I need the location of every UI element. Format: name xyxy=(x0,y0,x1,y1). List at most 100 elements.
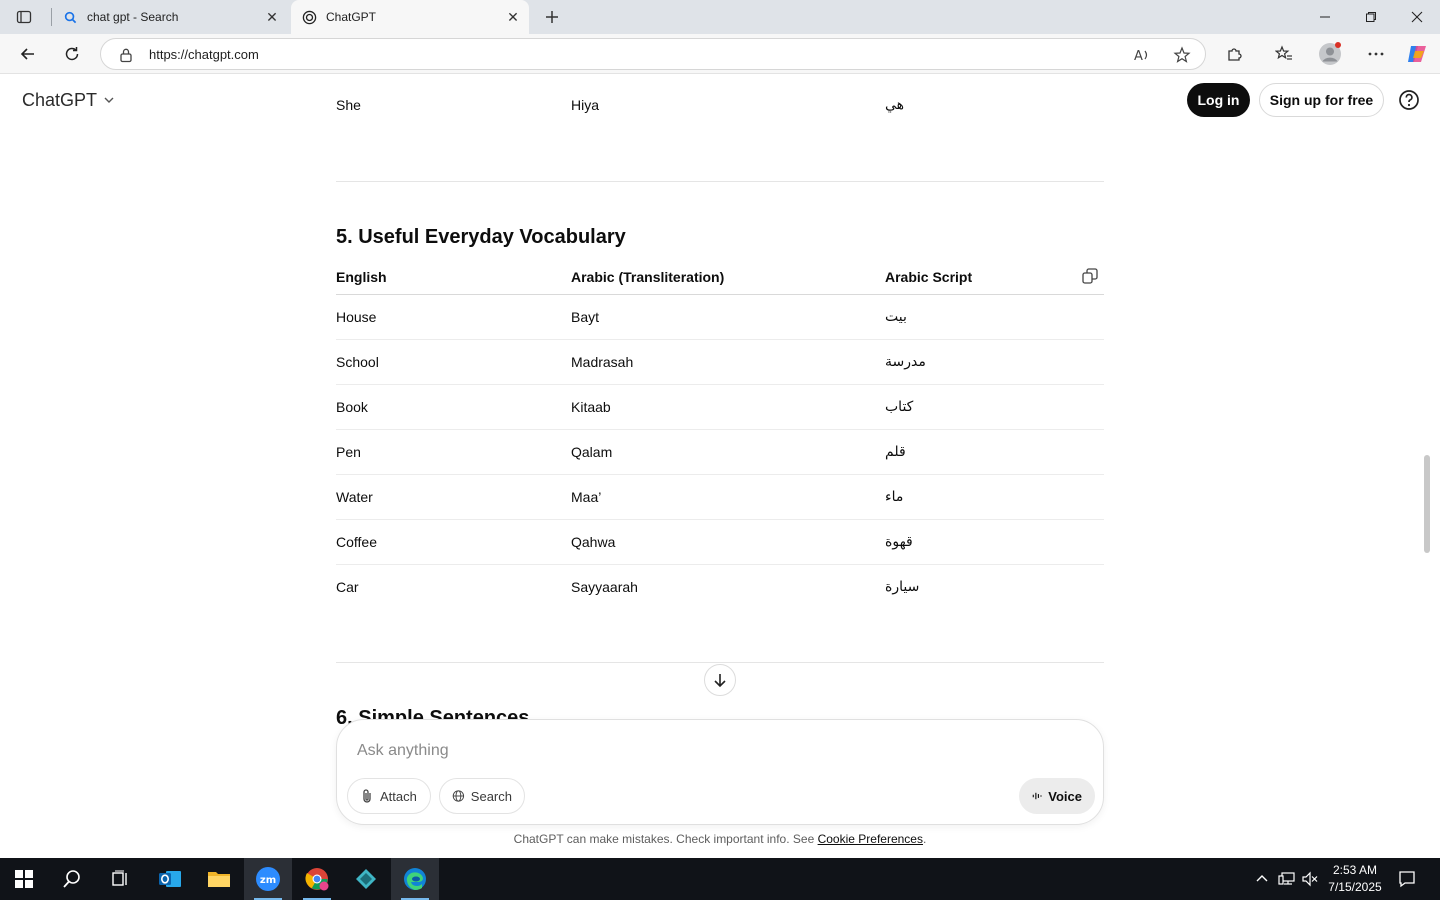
voice-button[interactable]: Voice xyxy=(1019,778,1095,814)
cell-arabic: سيارة xyxy=(885,579,920,595)
zoom-icon[interactable]: zm xyxy=(244,858,292,900)
new-tab-icon[interactable] xyxy=(540,5,564,29)
table-header: English Arabic (Transliteration) Arabic … xyxy=(336,269,1104,289)
search-icon[interactable] xyxy=(48,858,96,900)
more-options-icon[interactable] xyxy=(1364,42,1388,66)
cell-arabic: بيت xyxy=(885,309,907,325)
address-bar[interactable]: https://chatgpt.com A xyxy=(100,38,1206,70)
svg-text:zm: zm xyxy=(260,875,276,886)
disclaimer-footer: ChatGPT can make mistakes. Check importa… xyxy=(4,832,1436,846)
clock-time: 2:53 AM xyxy=(1332,863,1378,877)
refresh-icon[interactable] xyxy=(58,40,86,68)
table-row: Pen Qalam قلم xyxy=(336,430,1104,475)
lock-icon[interactable] xyxy=(119,47,133,68)
cell-arabic: مدرسة xyxy=(885,354,926,370)
cell-english: School xyxy=(336,354,379,370)
chatgpt-page: ChatGPT Log in Sign up for free She Hiya… xyxy=(4,75,1436,857)
tab-search[interactable]: chat gpt - Search ✕ xyxy=(52,0,288,34)
close-tab-icon[interactable]: ✕ xyxy=(503,7,523,27)
scroll-to-bottom-button[interactable] xyxy=(704,664,736,696)
section-divider xyxy=(336,662,1104,663)
cell-arabic: قلم xyxy=(885,444,906,460)
cell-english: Water xyxy=(336,489,373,505)
disclaimer-end: . xyxy=(922,832,927,846)
close-window-icon[interactable] xyxy=(1394,0,1440,34)
cell-transliteration: Sayyaarah xyxy=(571,579,638,595)
column-header: Arabic Script xyxy=(885,269,973,285)
cell-transliteration: Qahwa xyxy=(571,534,616,550)
cell-transliteration: Qalam xyxy=(571,444,613,460)
copy-table-icon[interactable] xyxy=(1080,266,1100,286)
cell-english: Pen xyxy=(336,444,361,460)
cell-english: She xyxy=(336,97,361,113)
minimize-icon[interactable] xyxy=(1302,0,1348,34)
clock-date: 7/15/2025 xyxy=(1328,880,1382,894)
message-composer[interactable]: Ask anything Attach Search Voice xyxy=(336,719,1104,825)
browser-toolbar: https://chatgpt.com A xyxy=(0,34,1440,74)
outlook-icon[interactable] xyxy=(146,858,194,900)
tab-actions-icon[interactable] xyxy=(8,5,40,29)
model-selector[interactable]: ChatGPT xyxy=(22,90,115,111)
cell-transliteration: Bayt xyxy=(571,309,600,325)
attach-button[interactable]: Attach xyxy=(347,778,431,814)
chevron-up-icon[interactable] xyxy=(1251,868,1273,890)
login-button[interactable]: Log in xyxy=(1187,83,1250,117)
browser-tab-bar: chat gpt - Search ✕ ChatGPT ✕ xyxy=(0,0,1440,34)
start-icon[interactable] xyxy=(0,858,48,900)
section-heading: 5. Useful Everyday Vocabulary xyxy=(336,226,626,248)
cell-transliteration: Madrasah xyxy=(571,354,634,370)
table-row: School Madrasah مدرسة xyxy=(336,340,1104,385)
tab-chatgpt[interactable]: ChatGPT ✕ xyxy=(291,0,529,34)
search-button[interactable]: Search xyxy=(439,778,525,814)
cell-english: House xyxy=(336,309,377,325)
back-icon[interactable] xyxy=(14,40,42,68)
voice-waveform-icon xyxy=(1032,792,1042,800)
signup-button[interactable]: Sign up for free xyxy=(1259,83,1384,117)
edge-icon[interactable] xyxy=(391,858,439,900)
help-icon[interactable] xyxy=(1397,88,1421,112)
favorite-star-icon[interactable] xyxy=(1172,45,1192,65)
network-icon[interactable] xyxy=(1276,868,1298,890)
column-header: English xyxy=(336,269,387,285)
cell-arabic: هي xyxy=(885,97,905,113)
copilot-icon[interactable] xyxy=(1405,42,1429,66)
table-row: Book Kitaab كتاب xyxy=(336,385,1104,430)
cell-arabic: ماء xyxy=(885,489,904,505)
system-clock[interactable]: 2:53 AM 7/15/2025 xyxy=(1318,862,1392,896)
brand-title: ChatGPT xyxy=(22,90,98,110)
prompt-input[interactable]: Ask anything xyxy=(357,742,449,760)
table-row: House Bayt بيت xyxy=(336,295,1104,340)
read-aloud-icon[interactable]: A xyxy=(1132,45,1152,65)
tab-title: chat gpt - Search xyxy=(87,10,179,24)
tab-title: ChatGPT xyxy=(326,10,377,24)
cell-transliteration: Hiya xyxy=(571,97,600,113)
app-icon[interactable] xyxy=(342,858,390,900)
task-view-icon[interactable] xyxy=(96,858,144,900)
chatgpt-logo-icon xyxy=(301,9,317,25)
file-explorer-icon[interactable] xyxy=(195,858,243,900)
cell-arabic: كتاب xyxy=(885,399,914,415)
voice-label: Voice xyxy=(1048,788,1082,804)
section-divider xyxy=(336,181,1104,182)
arrow-down-icon xyxy=(714,674,726,688)
paperclip-icon xyxy=(363,789,371,803)
cell-arabic: قهوة xyxy=(885,534,913,550)
column-header: Arabic (Transliteration) xyxy=(571,269,725,285)
table-row: Water Maa’ ماء xyxy=(336,475,1104,520)
page-scrollbar-thumb[interactable] xyxy=(1424,455,1430,553)
chrome-icon[interactable] xyxy=(293,858,341,900)
cookie-preferences-link[interactable]: Cookie Preferences xyxy=(818,832,923,846)
profile-avatar-icon[interactable] xyxy=(1318,42,1342,66)
svg-text:A: A xyxy=(1134,49,1143,63)
cell-transliteration: Kitaab xyxy=(571,399,611,415)
close-tab-icon[interactable]: ✕ xyxy=(262,7,282,27)
windows-taskbar: zm 2:53 AM 7/15/2025 xyxy=(0,858,1440,900)
table-row: She Hiya هي xyxy=(336,97,1104,117)
cell-transliteration: Maa’ xyxy=(571,489,602,505)
favorites-icon[interactable] xyxy=(1272,42,1296,66)
restore-icon[interactable] xyxy=(1348,0,1394,34)
cell-english: Coffee xyxy=(336,534,377,550)
table-row: Car Sayyaarah سيارة xyxy=(336,565,1104,610)
notifications-icon[interactable] xyxy=(1396,868,1418,890)
extensions-icon[interactable] xyxy=(1223,42,1247,66)
